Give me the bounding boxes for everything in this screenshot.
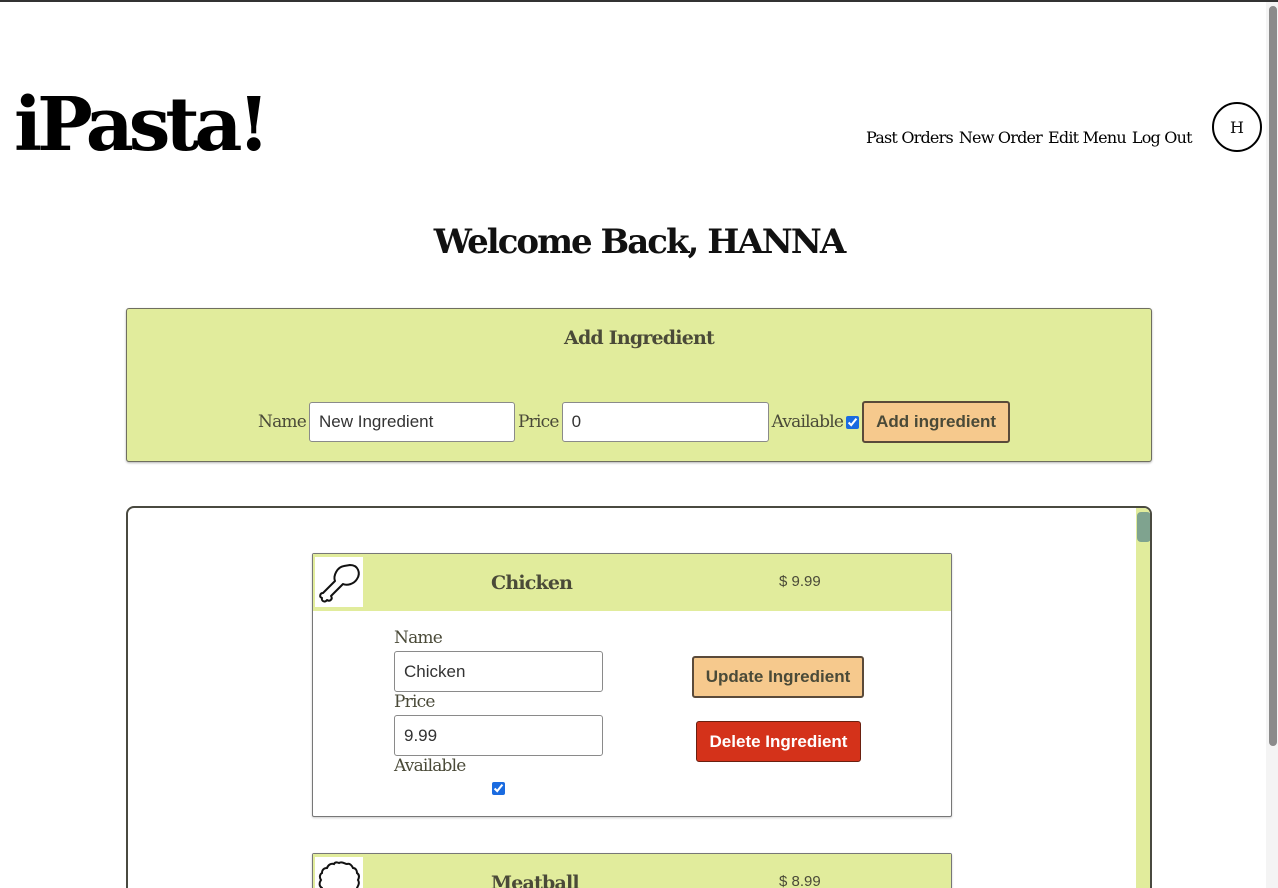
add-ingredient-panel: Add Ingredient Name Price Available Add …	[126, 308, 1152, 462]
new-ingredient-name-input[interactable]	[309, 402, 515, 442]
delete-ingredient-button[interactable]: Delete Ingredient	[696, 721, 861, 762]
top-nav: Past Orders New Order Edit Menu Log Out	[866, 128, 1193, 147]
ingredient-card-header[interactable]: Meatball $ 8.99	[313, 854, 951, 888]
nav-edit-menu[interactable]: Edit Menu	[1048, 128, 1127, 147]
ingredient-edit-form: Name Price Available Update Ingredient D…	[313, 611, 951, 816]
price-label: Price	[518, 412, 559, 432]
nav-past-orders[interactable]: Past Orders	[866, 128, 954, 147]
edit-available-checkbox[interactable]	[492, 782, 505, 795]
nav-log-out[interactable]: Log Out	[1132, 128, 1193, 147]
add-ingredient-title: Add Ingredient	[564, 327, 715, 349]
ingredient-list-scrollbar-thumb[interactable]	[1137, 512, 1150, 542]
page-scrollbar[interactable]	[1266, 2, 1278, 888]
nav-new-order[interactable]: New Order	[959, 128, 1043, 147]
edit-name-label: Name	[394, 628, 443, 648]
welcome-heading: Welcome Back, HANNA	[433, 222, 847, 262]
ingredient-name: Chicken	[491, 572, 573, 594]
ingredient-price: $ 8.99	[779, 873, 821, 888]
ingredient-list-panel: Chicken $ 9.99 Name Price Available Upda…	[126, 506, 1152, 888]
new-ingredient-available-checkbox[interactable]	[846, 415, 860, 429]
ingredient-price: $ 9.99	[779, 573, 821, 590]
edit-available-label: Available	[394, 756, 466, 776]
app-logo: iPasta!	[14, 82, 270, 168]
name-label: Name	[258, 412, 307, 432]
edit-price-input[interactable]	[394, 715, 603, 756]
chicken-drumstick-icon	[315, 557, 363, 607]
new-ingredient-price-input[interactable]	[561, 402, 769, 442]
edit-name-input[interactable]	[394, 651, 603, 692]
ingredient-name: Meatball	[491, 872, 580, 888]
ingredient-card-meatball: Meatball $ 8.99	[312, 853, 952, 888]
ingredient-card-header[interactable]: Chicken $ 9.99	[313, 554, 951, 611]
add-ingredient-row: Name Price Available Add ingredient	[258, 401, 1011, 443]
update-ingredient-button[interactable]: Update Ingredient	[692, 656, 864, 698]
ingredient-card-chicken: Chicken $ 9.99 Name Price Available Upda…	[312, 553, 952, 817]
ingredient-list-scrollbar[interactable]	[1136, 508, 1150, 888]
add-ingredient-button[interactable]: Add ingredient	[862, 401, 1011, 443]
available-label: Available	[771, 412, 844, 432]
edit-price-label: Price	[394, 692, 435, 712]
user-avatar[interactable]: H	[1212, 102, 1262, 152]
meatball-icon	[315, 857, 363, 888]
page-scrollbar-thumb[interactable]	[1269, 6, 1277, 746]
